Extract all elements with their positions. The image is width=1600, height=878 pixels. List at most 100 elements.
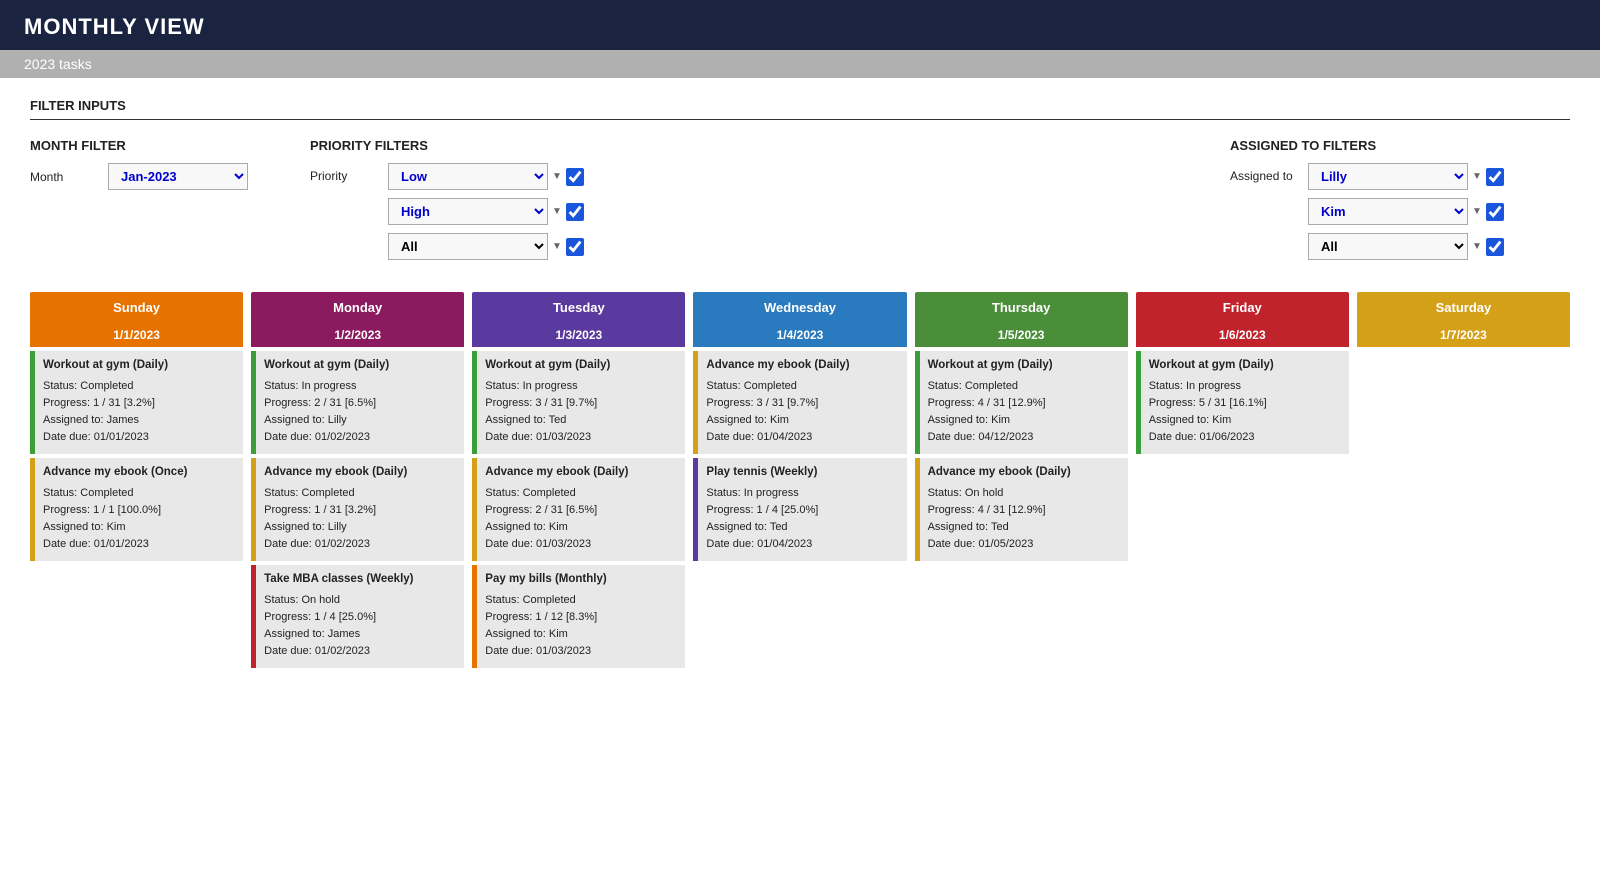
priority-checkbox-low[interactable] xyxy=(566,168,584,186)
task-card: Advance my ebook (Daily) Status: Complete… xyxy=(693,351,906,454)
assigned-select-kim[interactable]: KimLillyJamesTed xyxy=(1308,198,1468,225)
day-column-monday: Monday1/2/2023 Workout at gym (Daily) Stat… xyxy=(251,292,464,668)
priority-arrow-low: ▼ xyxy=(552,171,562,182)
day-column-saturday: Saturday1/7/2023 xyxy=(1357,292,1570,668)
task-details: Status: CompletedProgress: 1 / 1 [100.0%… xyxy=(43,485,235,553)
priority-select-all[interactable]: AllLowHigh xyxy=(388,233,548,260)
day-column-sunday: Sunday1/1/2023Workout at gym (Daily)Stat… xyxy=(30,292,243,668)
assigned-filter-title: ASSIGNED TO FILTERS xyxy=(1230,138,1570,153)
assigned-row-all: AllLillyKimJamesTed ▼ xyxy=(1308,233,1504,260)
priority-filter-title: PRIORITY FILTERS xyxy=(310,138,610,153)
task-card: Workout at gym (Daily) Status: In progres… xyxy=(251,351,464,454)
month-filter-title: MONTH FILTER xyxy=(30,138,250,153)
day-column-friday: Friday1/6/2023 Workout at gym (Daily) Stat… xyxy=(1136,292,1349,668)
page-title: MONTHLY VIEW xyxy=(24,14,1576,40)
day-date-thursday: 1/5/2023 xyxy=(915,323,1128,347)
task-details: Status: On holdProgress: 4 / 31 [12.9%]A… xyxy=(928,485,1120,553)
day-header-saturday: Saturday xyxy=(1357,292,1570,323)
task-title: Pay my bills (Monthly) xyxy=(485,571,677,589)
task-title: Advance my ebook (Daily) xyxy=(928,464,1120,482)
assigned-checkbox-lilly[interactable] xyxy=(1486,168,1504,186)
day-date-friday: 1/6/2023 xyxy=(1136,323,1349,347)
assigned-label: Assigned to xyxy=(1230,163,1300,183)
task-card: Advance my ebook (Once) Status: Completed… xyxy=(30,458,243,561)
task-details: Status: CompletedProgress: 3 / 31 [9.7%]… xyxy=(706,378,898,446)
task-details: Status: CompletedProgress: 2 / 31 [6.5%]… xyxy=(485,485,677,553)
task-card: Take MBA classes (Weekly)Status: On hold… xyxy=(251,565,464,668)
day-date-monday: 1/2/2023 xyxy=(251,323,464,347)
priority-checkbox-high[interactable] xyxy=(566,203,584,221)
day-date-saturday: 1/7/2023 xyxy=(1357,323,1570,347)
day-header-monday: Monday xyxy=(251,292,464,323)
day-header-thursday: Thursday xyxy=(915,292,1128,323)
task-details: Status: On holdProgress: 1 / 4 [25.0%]As… xyxy=(264,592,456,660)
assigned-arrow-all: ▼ xyxy=(1472,241,1482,252)
tasks-wednesday: Advance my ebook (Daily) Status: Complete… xyxy=(693,351,906,561)
priority-select-high[interactable]: HighLowAll xyxy=(388,198,548,225)
task-card: Workout at gym (Daily) Status: In progres… xyxy=(1136,351,1349,454)
month-label: Month xyxy=(30,170,100,184)
priority-arrow-all: ▼ xyxy=(552,241,562,252)
priority-checkbox-all[interactable] xyxy=(566,238,584,256)
task-title: Play tennis (Weekly) xyxy=(706,464,898,482)
task-details: Status: CompletedProgress: 1 / 31 [3.2%]… xyxy=(43,378,235,446)
task-details: Status: In progressProgress: 3 / 31 [9.7… xyxy=(485,378,677,446)
month-filter-block: MONTH FILTER Month Jan-2023 Feb-2023 Mar… xyxy=(30,138,250,198)
assigned-select-all[interactable]: AllLillyKimJamesTed xyxy=(1308,233,1468,260)
day-date-wednesday: 1/4/2023 xyxy=(693,323,906,347)
task-card: Advance my ebook (Daily) Status: Complete… xyxy=(251,458,464,561)
day-column-tuesday: Tuesday1/3/2023 Workout at gym (Daily) Sta… xyxy=(472,292,685,668)
day-column-thursday: Thursday1/5/2023Workout at gym (Daily)St… xyxy=(915,292,1128,668)
task-title: Advance my ebook (Once) xyxy=(43,464,235,482)
task-details: Status: CompletedProgress: 1 / 31 [3.2%]… xyxy=(264,485,456,553)
filter-section-title: FILTER INPUTS xyxy=(30,98,1570,120)
day-date-tuesday: 1/3/2023 xyxy=(472,323,685,347)
task-details: Status: CompletedProgress: 1 / 12 [8.3%]… xyxy=(485,592,677,660)
priority-row-low: LowHighAll ▼ xyxy=(388,163,584,190)
assigned-select-lilly[interactable]: LillyKimJamesTed xyxy=(1308,163,1468,190)
task-card: Advance my ebook (Daily) Status: Complete… xyxy=(472,458,685,561)
task-title: Advance my ebook (Daily) xyxy=(485,464,677,482)
day-header-tuesday: Tuesday xyxy=(472,292,685,323)
priority-select-low[interactable]: LowHighAll xyxy=(388,163,548,190)
calendar-grid: Sunday1/1/2023Workout at gym (Daily)Stat… xyxy=(30,292,1570,668)
page-header: MONTHLY VIEW xyxy=(0,0,1600,50)
assigned-row-kim: KimLillyJamesTed ▼ xyxy=(1308,198,1504,225)
tasks-friday: Workout at gym (Daily) Status: In progres… xyxy=(1136,351,1349,454)
task-details: Status: In progressProgress: 2 / 31 [6.5… xyxy=(264,378,456,446)
subtitle-bar: 2023 tasks xyxy=(0,50,1600,78)
task-card: Advance my ebook (Daily) Status: On holdP… xyxy=(915,458,1128,561)
day-header-wednesday: Wednesday xyxy=(693,292,906,323)
task-title: Workout at gym (Daily) xyxy=(1149,357,1341,375)
task-details: Status: In progressProgress: 1 / 4 [25.0… xyxy=(706,485,898,553)
task-details: Status: In progressProgress: 5 / 31 [16.… xyxy=(1149,378,1341,446)
task-title: Advance my ebook (Daily) xyxy=(706,357,898,375)
assigned-row-lilly: LillyKimJamesTed ▼ xyxy=(1308,163,1504,190)
assigned-checkbox-kim[interactable] xyxy=(1486,203,1504,221)
day-date-sunday: 1/1/2023 xyxy=(30,323,243,347)
tasks-sunday: Workout at gym (Daily) Status: CompletedP… xyxy=(30,351,243,561)
tasks-thursday: Workout at gym (Daily)Status: CompletedP… xyxy=(915,351,1128,561)
task-title: Advance my ebook (Daily) xyxy=(264,464,456,482)
task-title: Workout at gym (Daily) xyxy=(485,357,677,375)
day-header-friday: Friday xyxy=(1136,292,1349,323)
task-card: Workout at gym (Daily) Status: In progres… xyxy=(472,351,685,454)
task-title: Workout at gym (Daily) xyxy=(928,357,1120,375)
task-card: Pay my bills (Monthly) Status: CompletedP… xyxy=(472,565,685,668)
task-title: Workout at gym (Daily) xyxy=(264,357,456,375)
task-card: Workout at gym (Daily)Status: CompletedP… xyxy=(915,351,1128,454)
priority-row-high: HighLowAll ▼ xyxy=(388,198,584,225)
task-title: Workout at gym (Daily) xyxy=(43,357,235,375)
assigned-filter-block: ASSIGNED TO FILTERS Assigned to LillyKim… xyxy=(1230,138,1570,268)
priority-filter-block: PRIORITY FILTERS Priority LowHighAll ▼ H… xyxy=(310,138,610,268)
task-card: Play tennis (Weekly) Status: In progressP… xyxy=(693,458,906,561)
tasks-monday: Workout at gym (Daily) Status: In progres… xyxy=(251,351,464,668)
assigned-arrow-lilly: ▼ xyxy=(1472,171,1482,182)
assigned-arrow-kim: ▼ xyxy=(1472,206,1482,217)
month-select[interactable]: Jan-2023 Feb-2023 Mar-2023 xyxy=(108,163,248,190)
priority-arrow-high: ▼ xyxy=(552,206,562,217)
page-subtitle: 2023 tasks xyxy=(24,56,1576,72)
assigned-checkbox-all[interactable] xyxy=(1486,238,1504,256)
priority-label: Priority xyxy=(310,163,380,183)
task-card: Workout at gym (Daily) Status: CompletedP… xyxy=(30,351,243,454)
